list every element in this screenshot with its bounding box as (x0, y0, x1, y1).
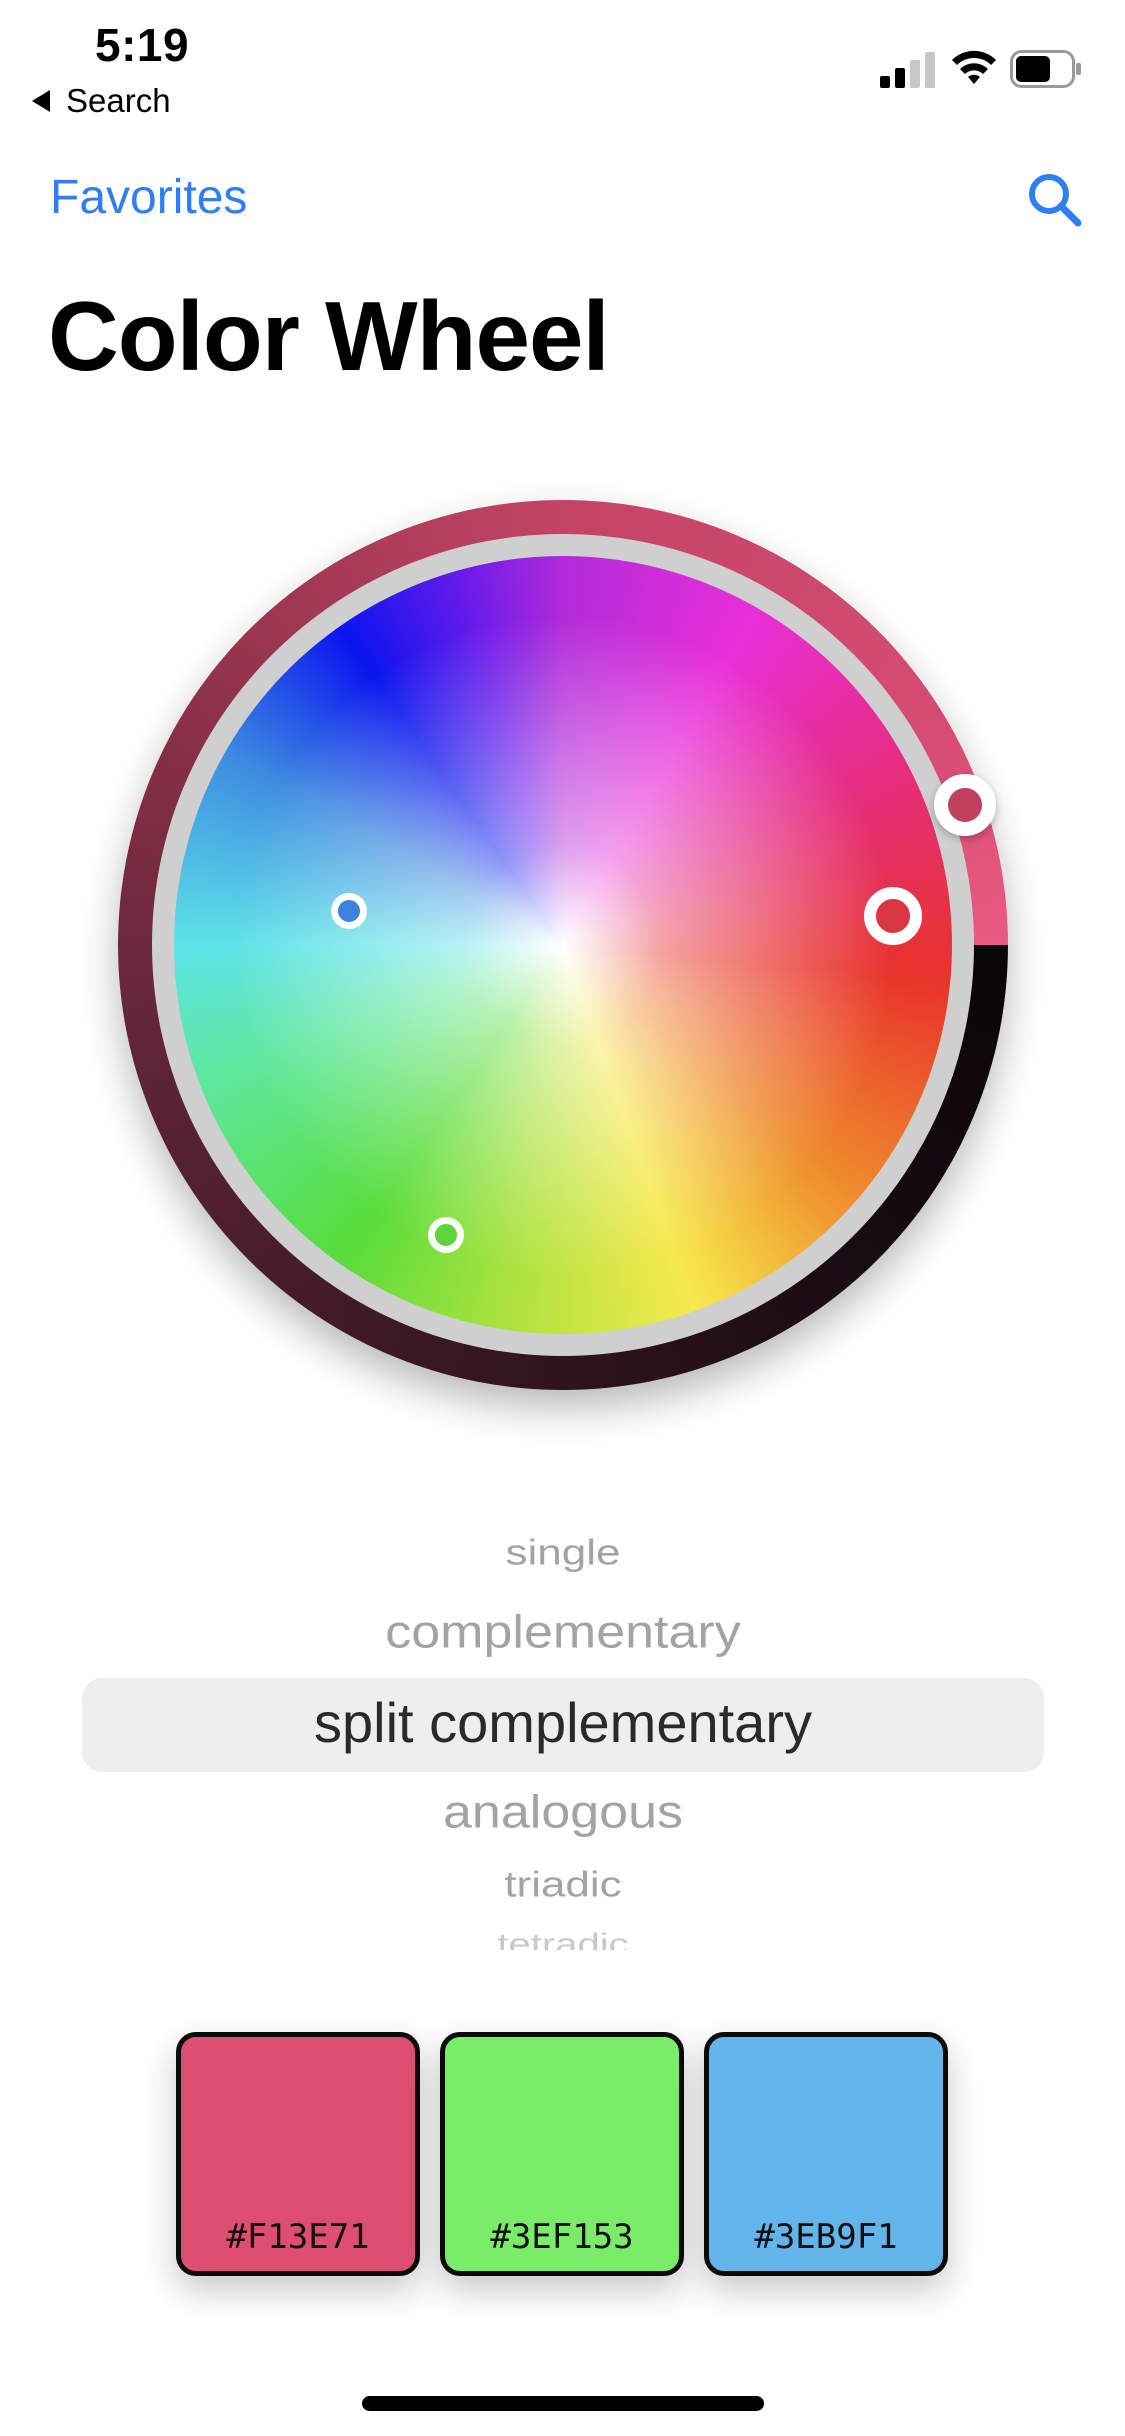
page-title: Color Wheel (48, 281, 610, 391)
search-icon[interactable] (1025, 170, 1083, 228)
picker-option-tetradic[interactable]: tetradic (82, 1928, 1044, 1950)
picker-option-complementary[interactable]: complementary (82, 1605, 1044, 1659)
hue-saturation-wheel[interactable] (174, 556, 952, 1334)
brightness-ring-handle[interactable] (934, 774, 996, 836)
wifi-icon (952, 50, 996, 84)
favorites-button[interactable]: Favorites (50, 170, 247, 225)
back-label: Search (66, 82, 171, 119)
color-wheel[interactable] (118, 500, 1008, 1390)
color-swatch-2[interactable]: #3EF153 (440, 2032, 684, 2276)
swatch-hex-label: #3EB9F1 (754, 2217, 898, 2257)
color-swatch-1[interactable]: #F13E71 (176, 2032, 420, 2276)
picker-option-single[interactable]: single (82, 1533, 1044, 1574)
back-to-search-link[interactable]: Search (32, 82, 171, 120)
picker-option-split-complementary[interactable]: split complementary (82, 1690, 1044, 1755)
secondary-color-handle-blue[interactable] (331, 893, 367, 929)
secondary-color-handle-green[interactable] (428, 1217, 464, 1253)
harmony-picker[interactable]: single complementary split complementary… (82, 1510, 1044, 1950)
swatch-hex-label: #F13E71 (226, 2217, 370, 2257)
picker-option-analogous[interactable]: analogous (82, 1785, 1044, 1839)
color-swatch-3[interactable]: #3EB9F1 (704, 2032, 948, 2276)
back-arrow-icon (32, 90, 50, 112)
battery-icon (1010, 50, 1081, 88)
home-indicator[interactable] (362, 2396, 764, 2411)
status-time: 5:19 (95, 19, 190, 71)
picker-option-triadic[interactable]: triadic (82, 1865, 1044, 1906)
cellular-signal-icon (880, 52, 935, 88)
swatch-hex-label: #3EF153 (490, 2217, 634, 2257)
primary-color-handle[interactable] (864, 887, 922, 945)
